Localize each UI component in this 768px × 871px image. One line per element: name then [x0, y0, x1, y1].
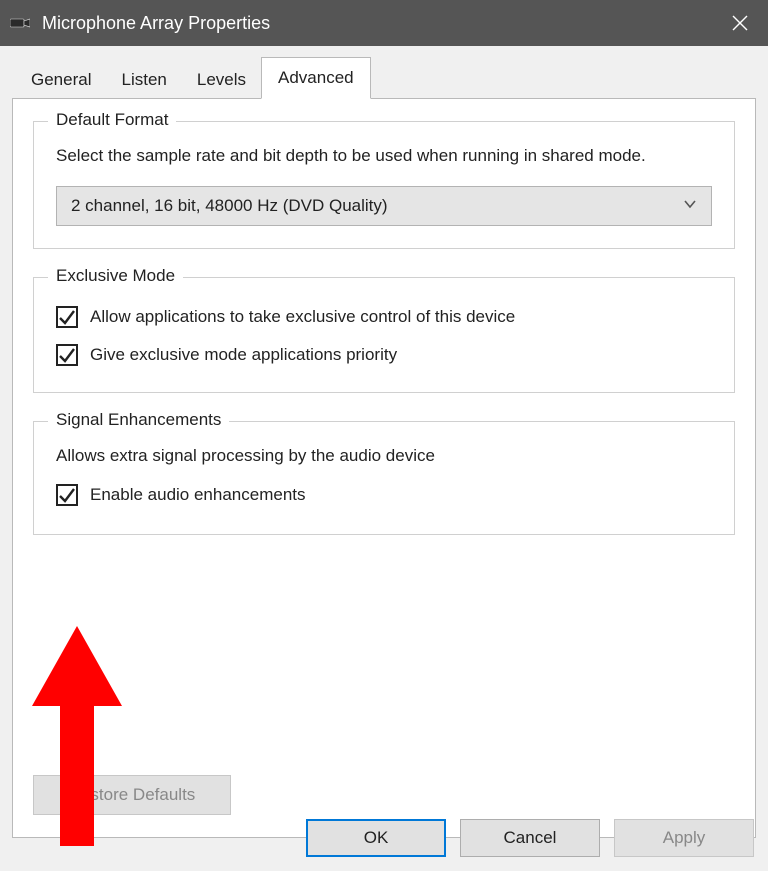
tab-label: Advanced — [278, 68, 354, 87]
ok-button[interactable]: OK — [306, 819, 446, 857]
advanced-tab-page: Default Format Select the sample rate an… — [12, 98, 756, 838]
checkbox-label: Enable audio enhancements — [90, 485, 306, 505]
restore-defaults-button[interactable]: Restore Defaults — [33, 775, 231, 815]
tab-listen[interactable]: Listen — [106, 61, 181, 98]
checkbox-allow-exclusive-control[interactable]: Allow applications to take exclusive con… — [56, 306, 712, 328]
default-format-description: Select the sample rate and bit depth to … — [56, 144, 712, 168]
group-default-format: Default Format Select the sample rate an… — [33, 121, 735, 249]
checkbox-enable-audio-enhancements[interactable]: Enable audio enhancements — [56, 484, 712, 506]
button-label: Apply — [663, 828, 706, 847]
title-bar: Microphone Array Properties — [0, 0, 768, 46]
tab-general[interactable]: General — [16, 61, 106, 98]
group-legend: Default Format — [48, 110, 176, 130]
signal-enhancements-description: Allows extra signal processing by the au… — [56, 444, 712, 468]
checkbox-label: Allow applications to take exclusive con… — [90, 307, 515, 327]
button-label: Cancel — [504, 828, 557, 847]
microphone-device-icon — [10, 15, 30, 31]
sample-rate-dropdown[interactable]: 2 channel, 16 bit, 48000 Hz (DVD Quality… — [56, 186, 712, 226]
checkbox-icon — [56, 306, 78, 328]
apply-button[interactable]: Apply — [614, 819, 754, 857]
button-label: OK — [364, 828, 389, 847]
properties-window: Microphone Array Properties General List… — [0, 0, 768, 871]
window-title: Microphone Array Properties — [42, 13, 270, 34]
cancel-button[interactable]: Cancel — [460, 819, 600, 857]
dialog-button-bar: OK Cancel Apply — [306, 819, 754, 857]
button-label: Restore Defaults — [69, 785, 196, 804]
tab-strip: General Listen Levels Advanced — [16, 60, 756, 98]
tab-label: Levels — [197, 70, 246, 89]
dropdown-selected-value: 2 channel, 16 bit, 48000 Hz (DVD Quality… — [71, 196, 388, 216]
tab-advanced[interactable]: Advanced — [261, 57, 371, 99]
client-area: General Listen Levels Advanced Default F… — [0, 46, 768, 871]
checkbox-icon — [56, 344, 78, 366]
group-legend: Signal Enhancements — [48, 410, 229, 430]
group-signal-enhancements: Signal Enhancements Allows extra signal … — [33, 421, 735, 535]
chevron-down-icon — [683, 196, 697, 216]
group-legend: Exclusive Mode — [48, 266, 183, 286]
tab-levels[interactable]: Levels — [182, 61, 261, 98]
checkbox-icon — [56, 484, 78, 506]
group-exclusive-mode: Exclusive Mode Allow applications to tak… — [33, 277, 735, 393]
close-button[interactable] — [712, 0, 768, 46]
checkbox-give-priority[interactable]: Give exclusive mode applications priorit… — [56, 344, 712, 366]
tab-label: Listen — [121, 70, 166, 89]
checkbox-label: Give exclusive mode applications priorit… — [90, 345, 397, 365]
tab-label: General — [31, 70, 91, 89]
